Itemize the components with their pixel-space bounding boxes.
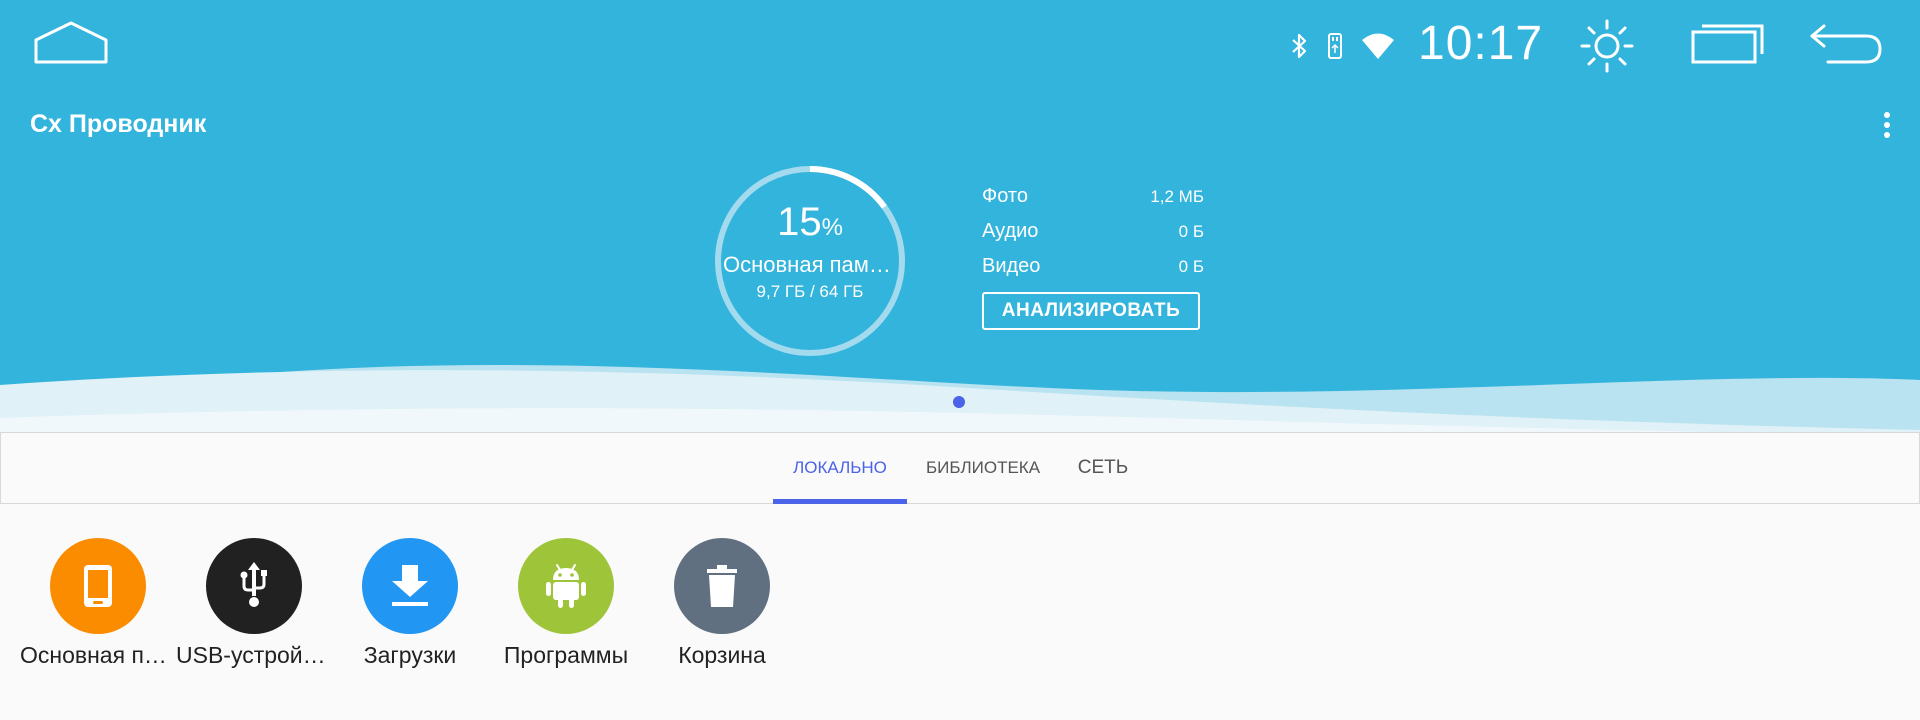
stat-row-photo: Фото 1,2 МБ <box>982 182 1204 217</box>
stat-row-audio: Аудио 0 Б <box>982 217 1204 252</box>
tablet-icon <box>84 565 112 607</box>
stat-label: Видео <box>982 255 1041 277</box>
storage-percent: 15% <box>713 200 907 245</box>
tab-bar: ЛОКАЛЬНО БИБЛИОТЕКА СЕТЬ <box>0 432 1920 504</box>
tab-label: ЛОКАЛЬНО <box>793 458 887 477</box>
location-trash[interactable]: Корзина <box>644 538 800 678</box>
usb-icon <box>240 562 267 607</box>
storage-ring[interactable]: 15% Основная память 9,7 ГБ / 64 ГБ <box>713 164 907 358</box>
clock: 10:17 <box>1418 17 1544 70</box>
app-title: Cx Проводник <box>30 110 207 138</box>
location-icon-circle <box>50 538 146 634</box>
location-label: USB-устройство <box>176 642 332 668</box>
recent-apps-button[interactable] <box>1690 22 1766 71</box>
analyze-button[interactable]: АНАЛИЗИРОВАТЬ <box>982 292 1200 330</box>
tab-active-indicator <box>773 499 907 504</box>
android-icon <box>546 564 586 608</box>
back-button[interactable] <box>1808 20 1886 73</box>
stat-label: Фото <box>982 185 1028 207</box>
tab-local[interactable]: ЛОКАЛЬНО <box>773 433 907 504</box>
stat-value: 0 Б <box>1178 222 1204 241</box>
locations-grid: Основная память USB-устройство <box>0 538 1920 688</box>
usb-drive-icon <box>1326 31 1344 61</box>
location-label: Основная память <box>20 642 176 668</box>
storage-usage: 9,7 ГБ / 64 ГБ <box>756 282 864 301</box>
location-label: Загрузки <box>363 642 457 668</box>
brightness-icon <box>1580 19 1634 73</box>
overflow-menu-button[interactable] <box>1872 112 1902 142</box>
storage-header: 10:17 Cx Проводник 15% Основная память 9… <box>0 0 1920 440</box>
home-icon <box>34 21 108 64</box>
tab-network[interactable]: СЕТЬ <box>1065 433 1141 503</box>
back-icon <box>1810 24 1882 64</box>
tab-label: БИБЛИОТЕКА <box>925 458 1041 477</box>
tab-label: СЕТЬ <box>1077 457 1129 478</box>
media-stats: Фото 1,2 МБ Аудио 0 Б Видео 0 Б <box>982 182 1204 287</box>
stat-value: 0 Б <box>1178 257 1204 276</box>
page-indicator-dot[interactable] <box>953 396 965 408</box>
file-explorer-screen: 10:17 Cx Проводник 15% Основная память 9… <box>0 0 1920 720</box>
location-icon-circle <box>674 538 770 634</box>
stat-label: Аудио <box>982 220 1039 242</box>
storage-name: Основная память <box>723 252 897 277</box>
location-internal-storage[interactable]: Основная память <box>20 538 176 678</box>
trash-icon <box>707 565 737 607</box>
status-icons <box>1290 26 1412 66</box>
wifi-icon <box>1360 31 1396 61</box>
tab-library[interactable]: БИБЛИОТЕКА <box>917 433 1049 503</box>
download-icon <box>392 565 428 606</box>
storage-percent-value: 15 <box>777 200 822 244</box>
stat-value: 1,2 МБ <box>1150 187 1204 206</box>
home-button[interactable] <box>30 20 112 74</box>
recent-apps-icon <box>1691 24 1764 64</box>
location-apps[interactable]: Программы <box>488 538 644 678</box>
brightness-button[interactable] <box>1576 18 1638 79</box>
location-icon-circle <box>362 538 458 634</box>
location-label: Корзина <box>678 642 766 668</box>
location-label: Программы <box>503 642 629 668</box>
bluetooth-icon <box>1290 31 1310 61</box>
location-downloads[interactable]: Загрузки <box>332 538 488 678</box>
stat-row-video: Видео 0 Б <box>982 252 1204 287</box>
location-usb[interactable]: USB-устройство <box>176 538 332 678</box>
more-vertical-icon <box>1872 112 1902 138</box>
storage-percent-sign: % <box>821 214 843 241</box>
location-icon-circle <box>518 538 614 634</box>
location-icon-circle <box>206 538 302 634</box>
